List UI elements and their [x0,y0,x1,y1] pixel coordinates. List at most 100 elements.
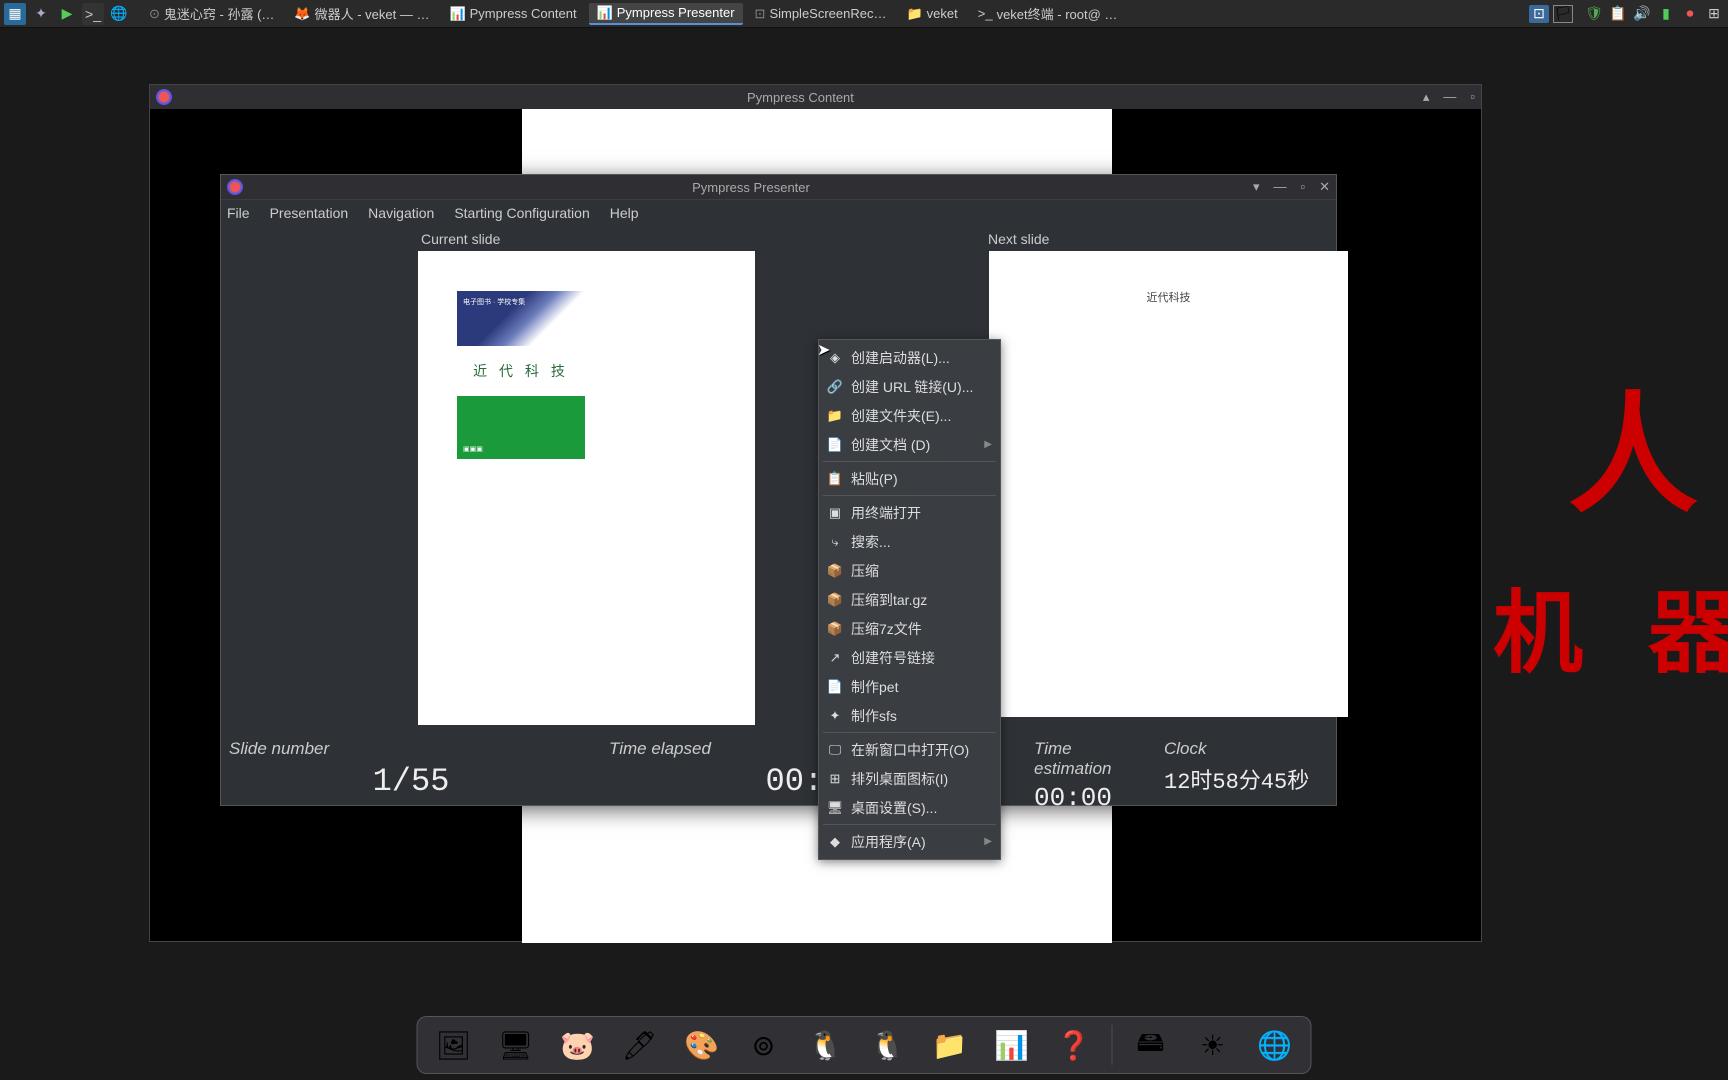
tray-shield-icon[interactable]: 🛡 [1584,5,1604,23]
dock-app-icon[interactable]: ☀ [1189,1021,1237,1069]
menubar: File Presentation Navigation Starting Co… [221,199,1336,225]
context-menu-icon: ✦ [827,708,843,724]
context-menu-separator [823,824,996,825]
menu-navigation[interactable]: Navigation [368,205,434,221]
next-slide-preview[interactable]: 近代科技 [989,251,1348,717]
context-menu-label: 压缩 [851,561,879,581]
menu-presentation[interactable]: Presentation [270,205,349,221]
context-menu-icon: 📋 [827,471,843,487]
context-menu-separator [823,461,996,462]
minimize-icon[interactable]: — [1273,179,1286,195]
taskbar-window-button[interactable]: 📊Pympress Content [441,3,584,25]
tray-battery-icon[interactable]: ▮ [1656,5,1676,23]
context-menu-item[interactable]: ◈创建启动器(L)... [819,343,1000,372]
dock-app-icon[interactable]: ⊚ [740,1021,788,1069]
context-menu-item[interactable]: 📦压缩到tar.gz [819,585,1000,614]
dock-app-icon[interactable]: 🎨 [678,1021,726,1069]
context-menu-label: 桌面设置(S)... [851,798,937,818]
context-menu-icon: ◈ [827,350,843,366]
clock-value: 12时58分45秒 [1164,763,1328,795]
tray-record-icon[interactable]: ⏺ [1680,5,1700,23]
taskbar-app-icon: 📊 [449,6,465,22]
context-menu-item[interactable]: ✦ 制作sfs [819,701,1000,730]
context-menu-icon: 📁 [827,408,843,424]
minimize-icon[interactable]: ▴ [1423,89,1430,105]
dock-app-icon[interactable]: 🖥 [492,1021,540,1069]
tray-sound-icon[interactable]: 🔊 [1632,5,1652,23]
dock-app-icon[interactable]: 📁 [926,1021,974,1069]
menu-help[interactable]: Help [610,205,639,221]
presenter-window-titlebar[interactable]: Pympress Presenter ▾ — ▫ ✕ [221,175,1336,199]
context-menu-item[interactable]: 📋粘贴(P) [819,464,1000,493]
context-menu-label: 制作pet [851,677,898,697]
dock-app-icon[interactable]: ❓ [1050,1021,1098,1069]
context-menu-item[interactable]: 🖥 桌面设置(S)... [819,793,1000,822]
taskbar-button-label: veket [927,6,958,21]
context-menu-item[interactable]: 🔗 创建 URL 链接(U)... [819,372,1000,401]
context-menu-label: 在新窗口中打开(O) [851,740,969,760]
context-menu-item[interactable]: 📦压缩7z文件 [819,614,1000,643]
system-menu-icon[interactable]: ▦ [4,3,26,25]
context-menu-item[interactable]: 📁创建文件夹(E)... [819,401,1000,430]
maximize-icon[interactable]: ▫ [1300,179,1305,195]
tools-icon[interactable]: ✦ [30,3,52,25]
app-icon [227,179,243,195]
menu-file[interactable]: File [227,205,250,221]
play-icon[interactable]: ▶ [56,3,78,25]
context-menu-separator [823,495,996,496]
taskbar-window-button[interactable]: ⊡SimpleScreenRec… [747,3,895,25]
taskbar-window-button[interactable]: 📊Pympress Presenter [589,3,743,25]
slide-number-label: Slide number [229,739,593,759]
terminal-icon[interactable]: >_ [82,3,104,25]
current-slide-preview[interactable]: 电子图书 · 学校专集 近 代 科 技 ▣▣▣ [418,251,755,725]
dock-app-icon[interactable]: 🖼 [430,1021,478,1069]
taskbar-window-button[interactable]: 🦊微器人 - veket — … [286,3,437,25]
context-menu-item[interactable]: ↗ 创建符号链接 [819,643,1000,672]
context-menu-item[interactable]: ⤷搜索... [819,527,1000,556]
taskbar-window-button[interactable]: ⊙鬼迷心窍 - 孙露 (… [141,3,282,25]
tray-display-icon[interactable]: ⊡ [1529,5,1549,23]
tray-grid-icon[interactable]: ⊞ [1704,5,1724,23]
context-menu-icon: 🔗 [827,379,843,395]
context-menu-item[interactable]: 📄制作pet [819,672,1000,701]
dock-app-icon[interactable]: 🖊 [616,1021,664,1069]
menu-starting-config[interactable]: Starting Configuration [454,205,589,221]
taskbar-window-button[interactable]: >_veket终端 - root@ … [970,3,1126,25]
globe-icon[interactable]: 🌐 [108,3,130,25]
dock-separator [1112,1025,1113,1065]
taskbar-app-icon: 📁 [906,6,922,22]
context-menu-separator [823,732,996,733]
context-menu-label: 制作sfs [851,706,897,726]
context-menu-item[interactable]: 🖵在新窗口中打开(O) [819,735,1000,764]
content-window-titlebar[interactable]: Pympress Content ▴ — ▫ [150,85,1481,109]
pin-icon[interactable]: ▾ [1253,179,1260,195]
taskbar-window-button[interactable]: 📁 veket [898,3,965,25]
context-menu-item[interactable]: 📦压缩 [819,556,1000,585]
context-menu-icon: ↗ [827,650,843,666]
maximize-icon[interactable]: ▫ [1470,89,1475,105]
context-menu-item[interactable]: ◆应用程序(A)▶ [819,827,1000,856]
time-estimation-value: 00:00 [1034,783,1148,813]
tray-clipboard-icon[interactable]: 📋 [1608,5,1628,23]
dock-app-icon[interactable]: 🐧 [802,1021,850,1069]
dock-app-icon[interactable]: 🐷 [554,1021,602,1069]
book-publisher: ▣▣▣ [463,445,483,453]
tray-flag-icon[interactable]: 🏳 [1553,5,1573,23]
taskbar-button-label: 微器人 - veket — … [315,4,430,23]
context-menu-icon: 🖥 [827,800,843,816]
close-icon[interactable]: ✕ [1319,179,1330,195]
taskbar-button-label: SimpleScreenRec… [769,6,886,21]
minus-icon[interactable]: — [1443,89,1456,105]
context-menu-label: 创建符号链接 [851,648,935,668]
dock-app-icon[interactable]: 📊 [988,1021,1036,1069]
context-menu-item[interactable]: ▣用终端打开 [819,498,1000,527]
context-menu-item[interactable]: 📄创建文档 (D)▶ [819,430,1000,459]
dock-app-icon[interactable]: 🐧 [864,1021,912,1069]
slide-number-value: 1/55 [229,763,593,800]
current-slide-label: Current slide [421,231,500,247]
submenu-arrow-icon: ▶ [984,439,992,450]
context-menu-label: 创建 URL 链接(U)... [851,377,973,397]
dock-app-icon[interactable]: 🌐 [1251,1021,1299,1069]
dock-app-icon[interactable]: 🖴 [1127,1021,1175,1069]
context-menu-item[interactable]: ⊞排列桌面图标(I) [819,764,1000,793]
